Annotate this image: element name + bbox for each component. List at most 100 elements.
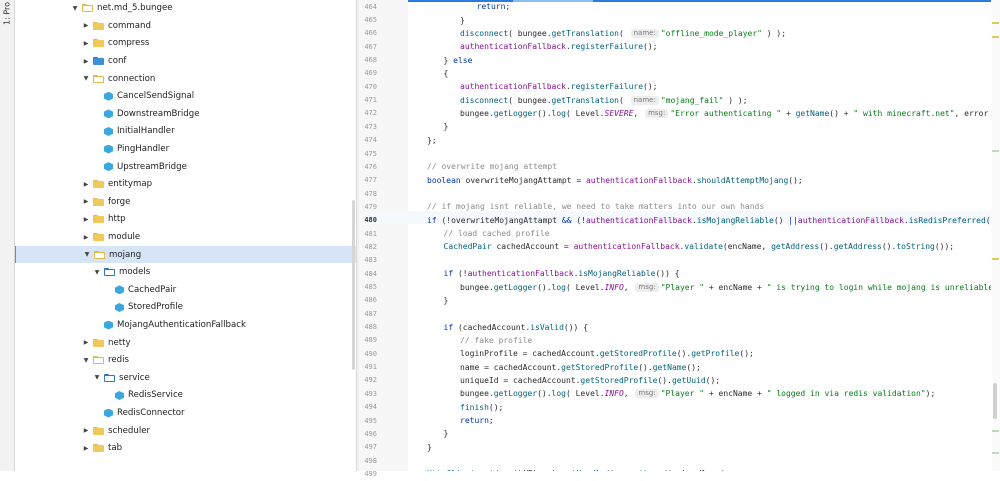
code-line[interactable]: // overwrite mojang attempt [427, 160, 557, 173]
chevron-down-icon[interactable]: ▼ [71, 3, 79, 13]
code-line[interactable]: return; [477, 0, 516, 13]
chevron-down-icon[interactable]: ▼ [82, 74, 90, 84]
tree-item-package[interactable]: ▶ compress [15, 35, 356, 53]
tree-item-package[interactable]: ▼ net.md_5.bungee [15, 0, 356, 17]
folder-icon [82, 4, 93, 13]
tree-item-class[interactable]: CancelSendSignal [15, 88, 356, 106]
code-line[interactable]: CachedPair cachedAccount = authenticatio… [444, 240, 955, 253]
tree-item-class[interactable]: DownstreamBridge [15, 105, 356, 123]
tree-scrollbar[interactable] [352, 200, 355, 370]
tree-item-package[interactable]: ▼ connection [15, 70, 356, 88]
chevron-down-icon[interactable]: ▼ [93, 267, 101, 277]
tree-item-package[interactable]: ▶ scheduler [15, 422, 356, 440]
code-line[interactable]: disconnect( bungee. getTranslation( name:… [460, 93, 748, 106]
tree-item-package[interactable]: ▶ netty [15, 334, 356, 352]
project-tree[interactable]: ▼ net.md_5.bungee ▶ command ▶ compress ▶ conf ▼ c… [15, 0, 356, 471]
tree-item-package[interactable]: ▼ redis [15, 352, 356, 370]
tree-item-class[interactable]: MojangAuthenticationFallback [15, 316, 356, 334]
code-line[interactable]: bungee. getLogger (). log( Level. SEVERE, ms… [460, 107, 1000, 120]
tree-item-package[interactable]: ▼ models [15, 264, 356, 282]
code-line[interactable]: { [444, 67, 449, 80]
code-line[interactable]: boolean overwriteMojangAttampt = authent… [427, 174, 803, 187]
chevron-down-icon[interactable]: ▼ [83, 250, 91, 260]
code-line[interactable]: name = cachedAccount. getStoredProfile ().… [460, 360, 701, 373]
code-token: (). [676, 349, 692, 359]
change-marker[interactable] [992, 452, 999, 454]
code-line[interactable]: } [444, 120, 449, 133]
editor-scrollbar-thumb[interactable] [993, 383, 997, 419]
tree-item-class[interactable]: PingHandler [15, 140, 356, 158]
code-line[interactable]: uniqueId = cachedAccount. getStoredProfil… [460, 374, 720, 387]
chevron-right-icon[interactable]: ▶ [82, 232, 90, 242]
project-tool-tab[interactable]: 1: Pro [1, 2, 13, 34]
chevron-right-icon[interactable]: ▶ [82, 179, 90, 189]
tree-item-class[interactable]: StoredProfile [15, 299, 356, 317]
tree-item-package[interactable]: ▶ conf [15, 52, 356, 70]
chevron-right-icon[interactable]: ▶ [82, 338, 90, 348]
code-line[interactable]: } [427, 441, 432, 454]
code-line[interactable]: if (! authenticationFallback. isMojangReli… [444, 267, 680, 280]
tree-item-package[interactable]: ▶ command [15, 17, 356, 35]
change-marker[interactable] [992, 150, 999, 152]
tree-item-package[interactable]: ▼ service [15, 369, 356, 387]
code-line[interactable]: HttpClient.get( authURL, ch.getHandle().… [427, 467, 731, 471]
project-tool-tab-label: 1: Pro [2, 2, 12, 26]
code-token: else [453, 55, 473, 65]
code-line[interactable]: } [444, 427, 449, 440]
code-line[interactable]: } [444, 294, 449, 307]
tree-item-class[interactable]: UpstreamBridge [15, 158, 356, 176]
chevron-right-icon[interactable]: ▶ [82, 214, 90, 224]
change-marker[interactable] [992, 430, 999, 432]
chevron-right-icon[interactable]: ▶ [82, 38, 90, 48]
code-editor[interactable]: return; } disconnect( bungee. getTranslati… [408, 0, 1000, 471]
code-token: log [551, 282, 566, 292]
tree-item-class[interactable]: RedisService [15, 387, 356, 405]
folder-icon [93, 233, 104, 242]
code-token: bungee. [460, 282, 494, 292]
code-line[interactable]: if (!overwriteMojangAttampt && (! authent… [427, 214, 1000, 227]
code-token: (); [488, 402, 504, 412]
tree-item-class[interactable]: RedisConnector [15, 404, 356, 422]
chevron-right-icon[interactable]: ▶ [82, 56, 90, 66]
code-line[interactable]: loginProfile = cachedAccount. getStoredPr… [460, 347, 754, 360]
line-number: 473 [364, 122, 377, 131]
tree-item-label: conf [108, 56, 127, 67]
code-line[interactable]: bungee. getLogger (). log( Level. INFO, msg:… [460, 387, 935, 400]
warning-marker[interactable] [992, 258, 999, 260]
tree-item-package[interactable]: ▶ forge [15, 193, 356, 211]
chevron-right-icon[interactable]: ▶ [82, 443, 90, 453]
code-line[interactable]: // if mojang isnt reliable, we need to t… [427, 200, 764, 213]
tree-item-package[interactable]: ▶ tab [15, 440, 356, 458]
chevron-down-icon[interactable]: ▼ [93, 373, 101, 383]
code-token: uniqueId = cachedAccount. [460, 375, 581, 385]
code-line[interactable]: return; [460, 414, 494, 427]
chevron-right-icon[interactable]: ▶ [82, 426, 90, 436]
code-line[interactable]: } else [444, 53, 473, 66]
tree-item-package[interactable]: ▶ module [15, 228, 356, 246]
warning-marker[interactable] [992, 22, 999, 24]
warning-marker[interactable] [992, 36, 999, 38]
code-line[interactable]: bungee. getLogger (). log( Level. INFO, msg:… [460, 280, 1000, 293]
tree-item-package[interactable]: ▼ mojang [15, 245, 356, 264]
code-line[interactable]: authenticationFallback. registerFailure()… [460, 40, 658, 53]
code-token: , [623, 282, 634, 292]
line-number: 480 [364, 216, 377, 225]
code-line[interactable]: disconnect( bungee. getTranslation( name:… [460, 27, 786, 40]
tree-item-class[interactable]: InitialHandler [15, 123, 356, 141]
code-line[interactable]: }; [427, 134, 437, 147]
tree-item-class[interactable]: CachedPair [15, 281, 356, 299]
code-line[interactable]: if (cachedAccount. isValid()) { [444, 320, 589, 333]
tree-item-package[interactable]: ▶ http [15, 211, 356, 229]
folder-icon [93, 215, 104, 224]
code-token: (); [643, 42, 658, 52]
code-line[interactable]: finish (); [460, 401, 503, 414]
code-line[interactable]: } [460, 13, 465, 26]
chevron-right-icon[interactable]: ▶ [82, 197, 90, 207]
code-line[interactable]: authenticationFallback. registerFailure()… [460, 80, 658, 93]
code-line[interactable]: // load cached profile [444, 227, 550, 240]
chevron-right-icon[interactable]: ▶ [82, 21, 90, 31]
tree-item-package[interactable]: ▶ entitymap [15, 176, 356, 194]
class-icon [115, 285, 124, 295]
code-line[interactable]: // fake profile [460, 334, 532, 347]
chevron-down-icon[interactable]: ▼ [82, 355, 90, 365]
